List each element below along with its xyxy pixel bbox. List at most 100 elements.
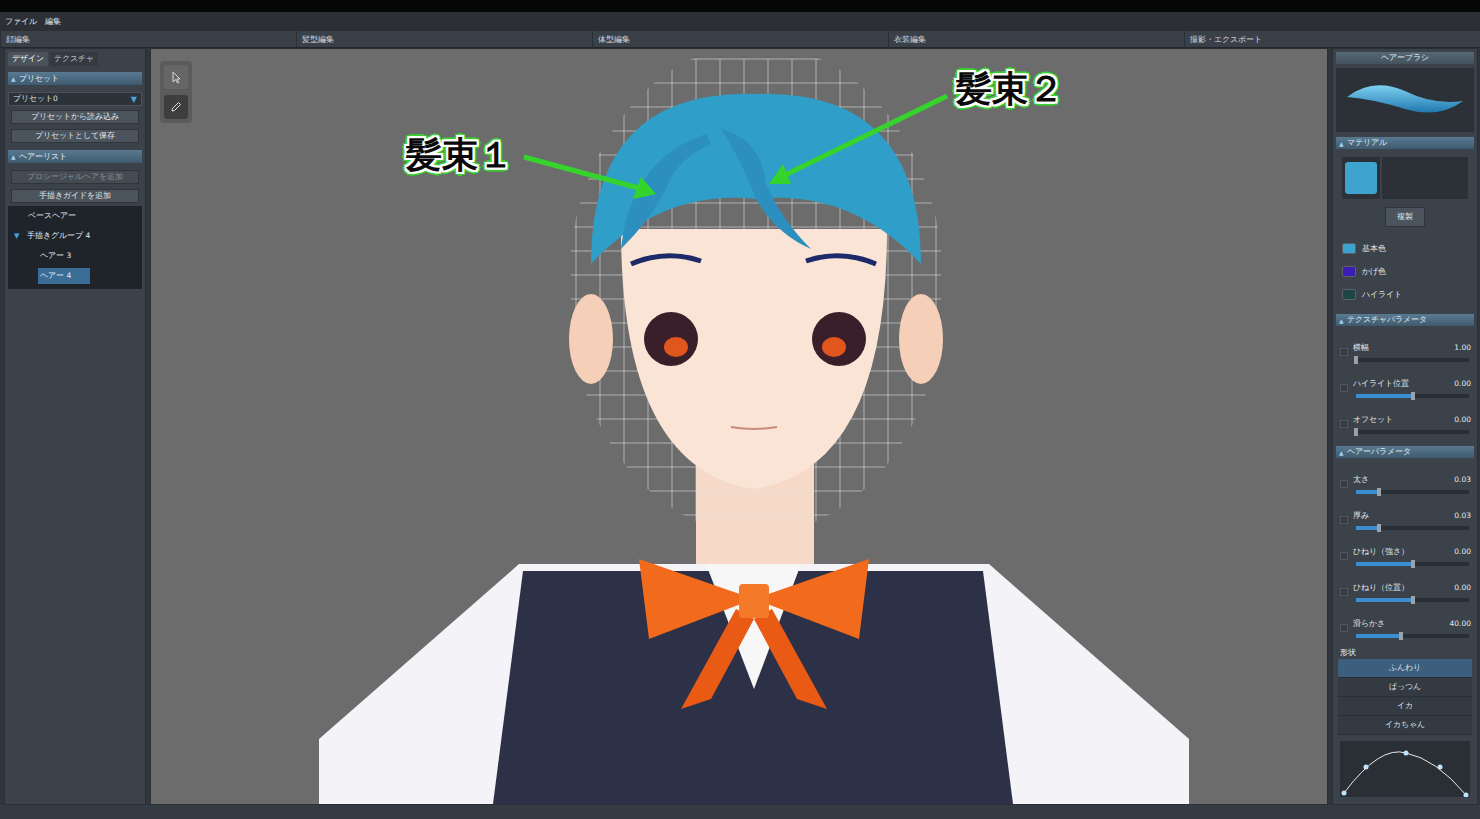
mouth [731, 427, 777, 429]
eye [644, 312, 698, 366]
slider-checkbox[interactable] [1340, 588, 1348, 596]
section-header[interactable]: ▲ヘアーパラメータ [1336, 446, 1474, 458]
swatch-frame[interactable] [1342, 157, 1380, 199]
color-row[interactable]: 基本色 [1336, 237, 1474, 260]
menu-item[interactable]: ファイル [5, 17, 37, 27]
slider-fill [1356, 598, 1413, 602]
slider-checkbox[interactable] [1340, 384, 1348, 392]
slider-track[interactable] [1356, 598, 1469, 602]
slider-label: 太さ [1353, 475, 1369, 485]
mode-tab[interactable]: 体型編集 [592, 31, 888, 47]
slider-checkbox[interactable] [1340, 516, 1348, 524]
section-title: プリセット [19, 74, 59, 84]
tree-item[interactable]: ヘアー 3 [8, 246, 142, 266]
tree-item[interactable]: ▼手描きグループ 4 [8, 226, 142, 246]
shape-option[interactable]: イカ [1338, 697, 1472, 716]
slider-track[interactable] [1356, 490, 1469, 494]
slider-label: ひねり（位置） [1353, 583, 1409, 593]
slider-row: ハイライト位置0.00 [1336, 370, 1474, 406]
slider-fill [1356, 394, 1413, 398]
slider-handle[interactable] [1399, 632, 1403, 640]
mode-tab[interactable]: 撮影・エクスポート [1184, 31, 1480, 47]
tool-button[interactable] [164, 95, 188, 119]
slider-header: オフセット 0.00 [1353, 415, 1471, 425]
preset-button[interactable]: プリセットとして保存 [11, 129, 139, 143]
bow [639, 559, 869, 639]
slider-checkbox[interactable] [1340, 348, 1348, 356]
slider-handle[interactable] [1354, 356, 1358, 364]
section-title: ヘアーリスト [19, 152, 67, 162]
brush-preview[interactable] [1336, 68, 1474, 132]
slider-handle[interactable] [1411, 596, 1415, 604]
slider-track[interactable] [1356, 526, 1469, 530]
slider-value: 40.00 [1450, 619, 1471, 628]
copy-button[interactable]: 複製 [1385, 207, 1425, 227]
slider-handle[interactable] [1377, 488, 1381, 496]
slider-body: 厚み0.03 [1353, 511, 1474, 530]
tool-button[interactable] [164, 65, 188, 89]
slider-value: 0.03 [1454, 511, 1471, 520]
slider-checkbox[interactable] [1340, 420, 1348, 428]
swatch-empty [1382, 157, 1468, 199]
slider-handle[interactable] [1411, 560, 1415, 568]
preset-select[interactable]: プリセット0▼ [8, 92, 142, 106]
panel-header: ヘアーブラシ [1336, 52, 1474, 64]
collapse-icon: ▲ [11, 75, 16, 82]
slider-checkbox[interactable] [1340, 480, 1348, 488]
slider-checkbox[interactable] [1340, 624, 1348, 632]
mode-tab[interactable]: 髪型編集 [296, 31, 592, 47]
slider-value: 0.00 [1454, 583, 1471, 592]
tree-item[interactable]: ベースヘアー [8, 206, 142, 226]
shape-option[interactable]: ぱっつん [1338, 678, 1472, 697]
section-header[interactable]: ▲ヘアーリスト [8, 150, 142, 163]
character-render[interactable] [151, 49, 1327, 804]
ear [569, 294, 613, 384]
menu-bar: ファイル編集 [0, 12, 1480, 31]
slider-track[interactable] [1356, 358, 1469, 362]
annotation-label: 髪束２ [956, 69, 1064, 109]
slider-value: 1.00 [1454, 343, 1471, 352]
curve-editor[interactable] [1340, 741, 1470, 797]
slider-row: 厚み0.03 [1336, 502, 1474, 538]
hair-button: プロシージャルヘアを追加 [11, 170, 139, 184]
mode-tab[interactable]: 衣装編集 [888, 31, 1184, 47]
slider-header: ひねり（強さ）0.00 [1353, 547, 1471, 557]
panel-tab[interactable]: テクスチャ [50, 52, 98, 66]
slider-body: 横幅1.00 [1353, 343, 1474, 362]
shape-option[interactable]: イカちゃん [1338, 716, 1472, 735]
slider-checkbox[interactable] [1340, 552, 1348, 560]
shape-list: ふんわりぱっつんイカイカちゃん [1336, 659, 1474, 735]
slider-header: ハイライト位置0.00 [1353, 379, 1471, 389]
shape-option[interactable]: ふんわり [1338, 659, 1472, 678]
slider-track[interactable] [1356, 430, 1469, 434]
slider-track[interactable] [1356, 394, 1469, 398]
material-swatch [1345, 162, 1377, 194]
section-header[interactable]: ▲マテリアル [1336, 137, 1474, 149]
slider-handle[interactable] [1377, 524, 1381, 532]
section-header[interactable]: ▲プリセット [8, 72, 142, 85]
slider-handle[interactable] [1354, 428, 1358, 436]
vest [493, 571, 1013, 804]
section-title: マテリアル [1347, 138, 1387, 148]
ear [899, 294, 943, 384]
slider-handle[interactable] [1411, 392, 1415, 400]
slider-track[interactable] [1356, 634, 1469, 638]
slider-body: ひねり（位置） 0.00 [1353, 583, 1474, 602]
hair-button[interactable]: 手描きガイドを追加 [11, 189, 139, 203]
menu-item[interactable]: 編集 [45, 17, 61, 27]
slider-label: オフセット [1353, 415, 1393, 425]
preset-button[interactable]: プリセットから読み込み [11, 110, 139, 124]
slider-value: 0.00 [1454, 415, 1471, 424]
title-strip [0, 0, 1480, 12]
arrow-head [769, 164, 791, 184]
tree-item[interactable]: ヘアー 4 [8, 266, 142, 286]
section-title: ヘアーパラメータ [1347, 447, 1411, 457]
panel-tab[interactable]: デザイン [8, 52, 48, 66]
left-panel: デザインテクスチャ▲プリセットプリセット0▼プリセットから読み込みプリセットとし… [4, 48, 146, 805]
color-row[interactable]: かげ色 [1336, 260, 1474, 283]
section-header[interactable]: ▲テクスチャパラメータ [1336, 314, 1474, 326]
slider-track[interactable] [1356, 562, 1469, 566]
mode-tab[interactable]: 顔編集 [0, 31, 296, 47]
slider-row: 横幅1.00 [1336, 334, 1474, 370]
color-row[interactable]: ハイライト [1336, 283, 1474, 306]
